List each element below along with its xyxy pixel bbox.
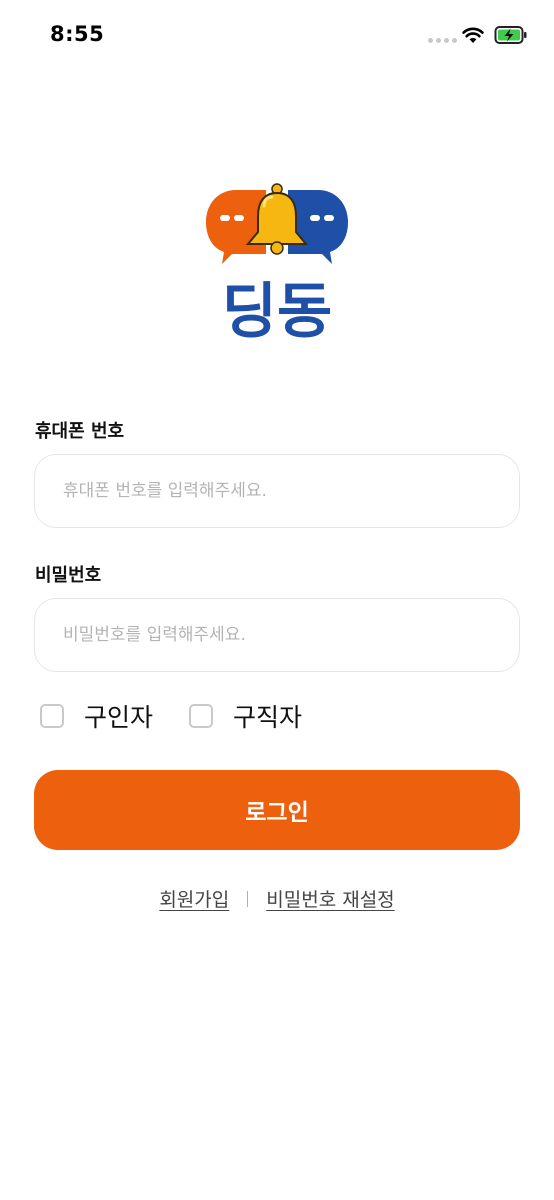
- account-links: 회원가입 비밀번호 재설정: [0, 885, 554, 912]
- phone-label: 휴대폰 번호: [35, 421, 125, 442]
- login-button[interactable]: 로그인: [34, 770, 520, 850]
- phone-input[interactable]: [34, 454, 520, 528]
- link-divider: [247, 890, 249, 907]
- status-time: 8:55: [50, 22, 105, 46]
- jobseeker-checkbox[interactable]: [189, 704, 213, 728]
- password-label: 비밀번호: [35, 565, 102, 586]
- battery-charging-icon: [494, 26, 527, 44]
- status-bar: 8:55: [0, 0, 554, 70]
- employer-checkbox[interactable]: [40, 704, 64, 728]
- jobseeker-checkbox-option[interactable]: 구직자: [189, 698, 302, 734]
- jobseeker-checkbox-label: 구직자: [233, 703, 303, 732]
- employer-checkbox-label: 구인자: [84, 703, 154, 732]
- app-logo: 딩동: [206, 183, 348, 340]
- wifi-icon: [462, 27, 484, 43]
- password-input[interactable]: [34, 598, 520, 672]
- logo-text: 딩동: [222, 277, 332, 340]
- reset-password-link[interactable]: 비밀번호 재설정: [266, 885, 394, 912]
- employer-checkbox-option[interactable]: 구인자: [40, 698, 153, 734]
- signup-link[interactable]: 회원가입: [159, 885, 229, 912]
- cellular-signal-icon: [428, 38, 457, 43]
